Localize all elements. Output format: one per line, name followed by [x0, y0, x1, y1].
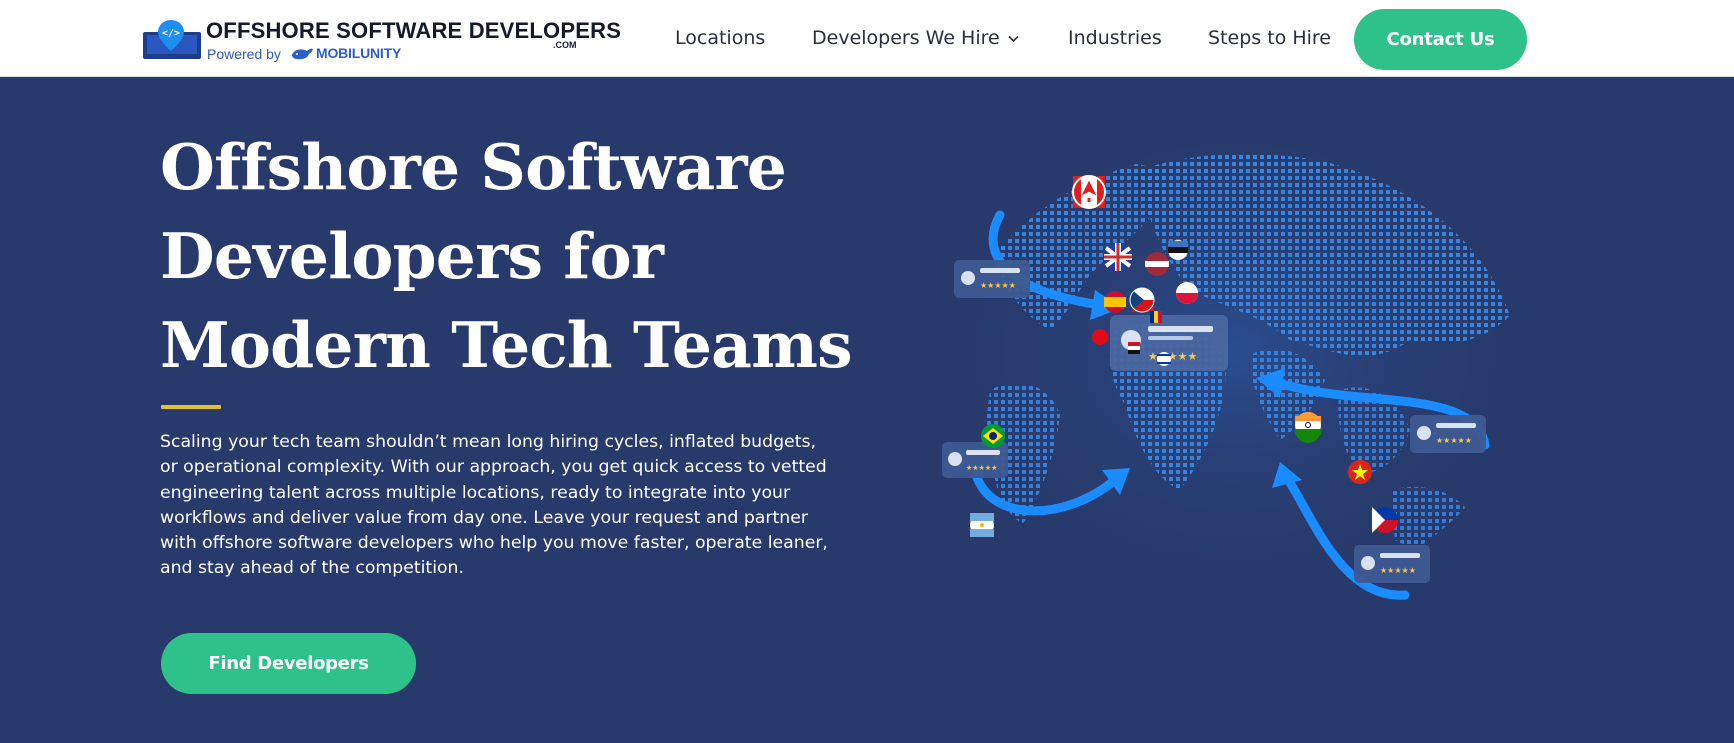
czech-flag-icon	[1129, 287, 1155, 313]
star-icon: ★★★★★	[1148, 351, 1197, 363]
site-header: </> OFFSHORE SOFTWARE DEVELOPERS .COM Po…	[0, 0, 1734, 77]
contact-us-button[interactable]: Contact Us	[1354, 9, 1527, 70]
star-icon: ★★★★★	[966, 464, 997, 472]
brazil-flag-icon	[981, 424, 1005, 448]
site-logo[interactable]: </> OFFSHORE SOFTWARE DEVELOPERS .COM Po…	[143, 16, 621, 64]
nav-developers-label: Developers We Hire	[812, 27, 1000, 49]
logo-brand: MOBILUNITY	[316, 45, 402, 61]
logo-suffix: .COM	[553, 40, 577, 50]
nav-industries[interactable]: Industries	[1068, 27, 1162, 49]
location-code-pin-icon: </>	[143, 20, 201, 59]
user-avatar-icon	[961, 271, 975, 285]
romania-flag-icon	[1150, 311, 1162, 323]
hero-description: Scaling your tech team shouldn’t mean lo…	[160, 432, 828, 579]
developer-profile-card: ★★★★★	[942, 442, 1008, 478]
vietnam-flag-icon	[1348, 460, 1372, 484]
svg-text:</>: </>	[162, 28, 180, 39]
user-avatar-icon	[1417, 426, 1431, 440]
developer-profile-card: ★★★★★	[1410, 415, 1486, 453]
star-icon: ★★★★★	[1380, 566, 1416, 575]
uk-flag-icon	[1104, 243, 1132, 271]
user-avatar-icon	[1361, 556, 1375, 570]
turkey-flag-icon	[1092, 329, 1108, 345]
find-developers-button[interactable]: Find Developers	[161, 633, 416, 694]
chevron-down-icon	[1008, 35, 1019, 42]
argentina-flag-icon	[970, 513, 994, 537]
nav-developers-we-hire[interactable]: Developers We Hire	[812, 27, 1019, 49]
whale-icon	[292, 48, 313, 60]
canada-flag-icon	[1072, 175, 1106, 209]
star-icon: ★★★★★	[980, 281, 1016, 290]
spain-flag-icon	[1104, 291, 1126, 313]
developer-profile-card: ★★★★★	[1354, 545, 1430, 583]
latvia-flag-icon	[1145, 252, 1169, 276]
hero-title-line: Modern Tech Teams	[160, 308, 853, 382]
hero-title-line: Offshore Software	[160, 130, 787, 204]
israel-flag-icon	[1157, 352, 1171, 366]
philippines-flag-icon	[1372, 507, 1398, 533]
developer-profile-card: ★★★★★	[954, 260, 1030, 298]
logo-powered-by: Powered by	[207, 46, 281, 62]
poland-flag-icon	[1176, 282, 1198, 304]
nav-locations[interactable]: Locations	[675, 27, 765, 49]
egypt-flag-icon	[1128, 342, 1140, 354]
estonia-flag-icon	[1168, 240, 1188, 260]
title-accent-divider	[161, 405, 221, 409]
star-icon: ★★★★★	[1436, 436, 1472, 445]
nav-steps-to-hire[interactable]: Steps to Hire	[1208, 27, 1331, 49]
world-globe-illustration: ★★★★★ ★★★★★ ★★★★★ ★★★★★ ★★★★★	[942, 143, 1520, 607]
hero-title: Offshore Software Developers for Modern …	[160, 123, 880, 390]
user-avatar-icon	[948, 452, 962, 466]
india-flag-icon	[1295, 412, 1321, 443]
hero-title-line: Developers for	[160, 219, 664, 293]
